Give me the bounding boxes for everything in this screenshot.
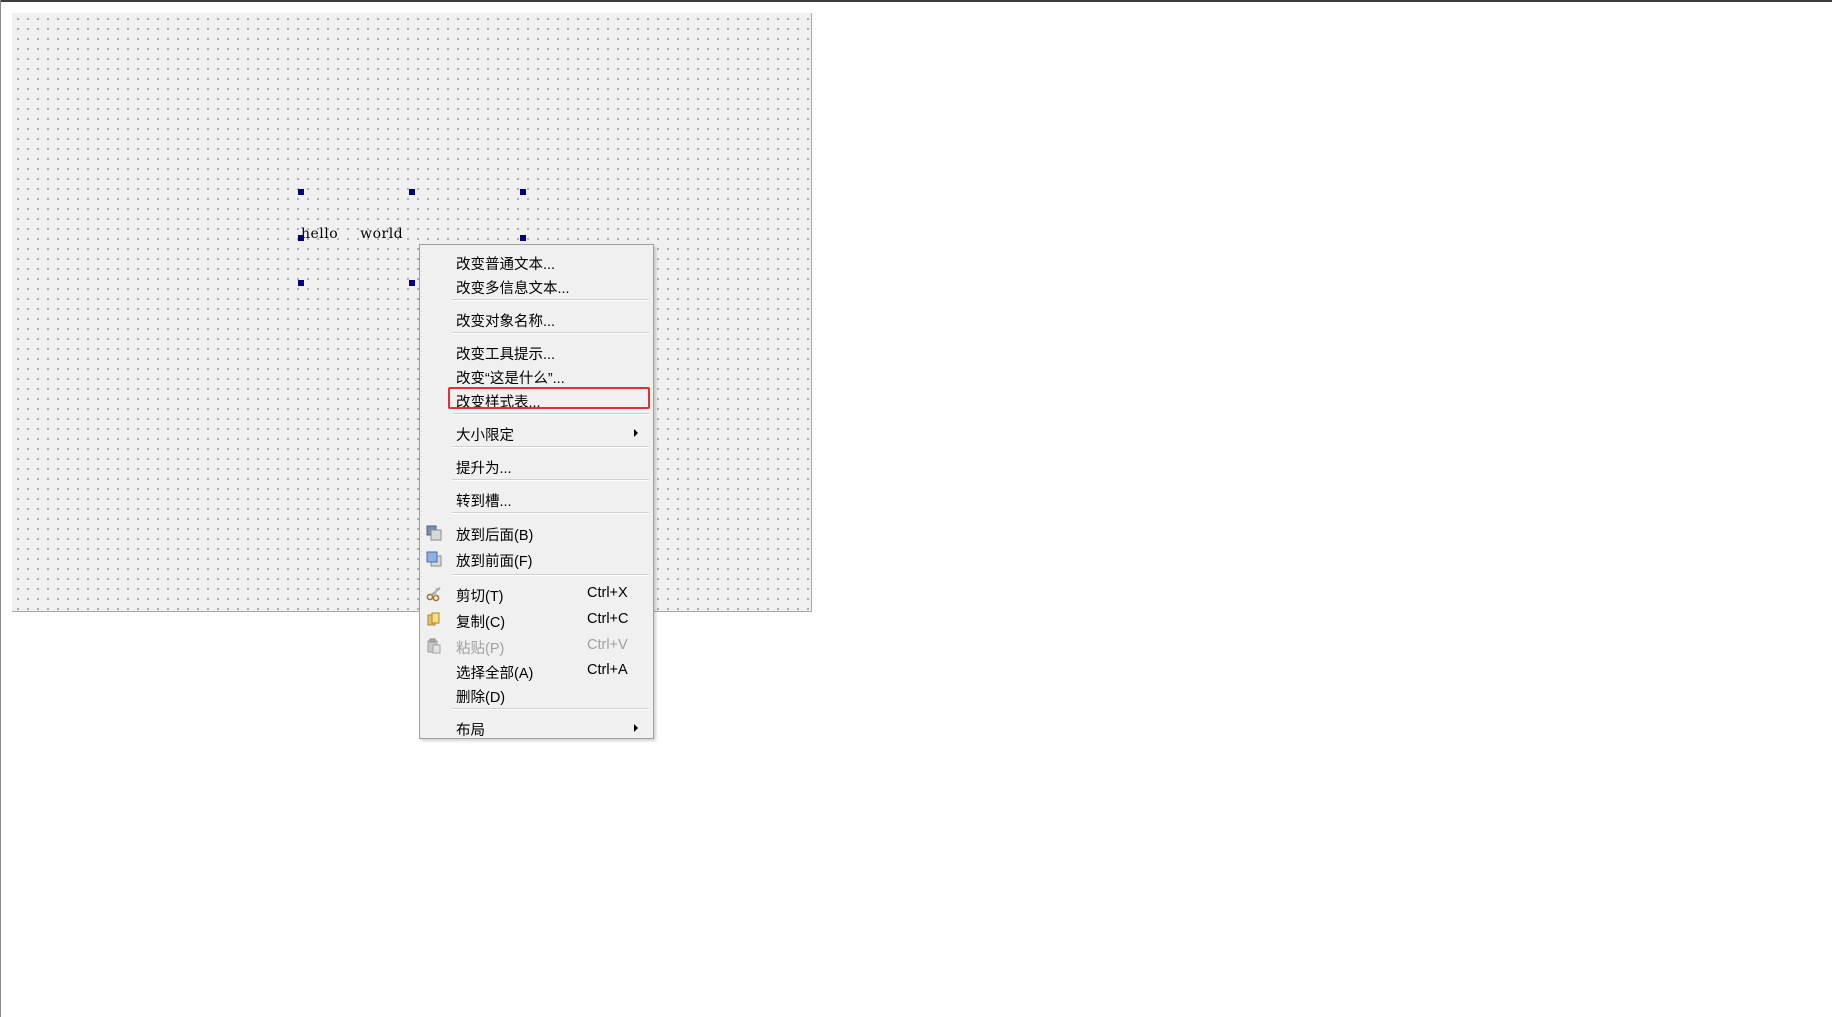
resize-handle-middle-right[interactable] <box>520 235 526 241</box>
menu-item-label: 删除(D) <box>456 690 506 706</box>
menu-item-shortcut: Ctrl+C <box>587 611 629 627</box>
menu-item-shortcut: Ctrl+V <box>587 637 628 653</box>
context-menu: 改变普通文本... 改变多信息文本... 改变对象名称... 改变工具提示...… <box>419 244 654 739</box>
menu-item-change-rich-text[interactable]: 改变多信息文本... <box>420 274 653 298</box>
selected-label-widget[interactable]: hello world <box>301 226 403 242</box>
form-design-canvas[interactable] <box>12 13 812 612</box>
menu-item-label: 粘贴(P) <box>456 641 505 657</box>
resize-handle-top-center[interactable] <box>409 189 415 195</box>
stylesheet-highlight-box <box>448 387 650 409</box>
scissors-icon <box>426 586 442 602</box>
menu-item-label: 改变工具提示... <box>456 347 556 363</box>
menu-item-change-whats-this[interactable]: 改变“这是什么”... <box>420 364 653 388</box>
resize-handle-bottom-left[interactable] <box>298 280 304 286</box>
menu-item-label: 改变普通文本... <box>456 257 556 273</box>
resize-handle-top-left[interactable] <box>298 189 304 195</box>
menu-separator <box>452 512 649 514</box>
menu-item-label: 剪切(T) <box>456 589 504 605</box>
menu-separator <box>452 479 649 481</box>
paste-icon <box>426 638 442 654</box>
menu-item-label: 转到槽... <box>456 494 512 510</box>
resize-handle-middle-left[interactable] <box>298 235 304 241</box>
window-left-border <box>0 0 1 1017</box>
menu-item-send-to-back[interactable]: 放到后面(B) <box>420 521 653 545</box>
menu-item-label: 大小限定 <box>456 428 514 444</box>
menu-item-label: 改变“这是什么”... <box>456 371 565 387</box>
menu-item-shortcut: Ctrl+X <box>587 585 628 601</box>
submenu-arrow-icon <box>634 429 638 437</box>
menu-item-size-constraints[interactable]: 大小限定 <box>420 421 653 445</box>
menu-item-label: 复制(C) <box>456 615 506 631</box>
menu-item-change-plain-text[interactable]: 改变普通文本... <box>420 250 653 274</box>
send-to-back-icon <box>426 525 442 541</box>
menu-item-label: 放到前面(F) <box>456 554 533 570</box>
resize-handle-bottom-center[interactable] <box>409 280 415 286</box>
menu-item-promote-to[interactable]: 提升为... <box>420 454 653 478</box>
menu-item-layout[interactable]: 布局 <box>420 716 653 740</box>
menu-item-label: 改变对象名称... <box>456 314 556 330</box>
menu-separator <box>452 413 649 415</box>
menu-item-change-object-name[interactable]: 改变对象名称... <box>420 307 653 331</box>
menu-item-label: 提升为... <box>456 461 512 477</box>
menu-separator <box>452 446 649 448</box>
window-top-border <box>0 0 1832 2</box>
menu-item-label: 布局 <box>456 723 485 739</box>
menu-item-select-all[interactable]: 选择全部(A) Ctrl+A <box>420 659 653 683</box>
menu-item-label: 选择全部(A) <box>456 666 534 682</box>
menu-item-shortcut: Ctrl+A <box>587 662 628 678</box>
menu-item-label: 放到后面(B) <box>456 528 534 544</box>
menu-item-copy[interactable]: 复制(C) Ctrl+C <box>420 608 653 632</box>
submenu-arrow-icon <box>634 724 638 732</box>
menu-item-cut[interactable]: 剪切(T) Ctrl+X <box>420 582 653 606</box>
menu-item-label: 改变多信息文本... <box>456 281 570 297</box>
menu-item-bring-to-front[interactable]: 放到前面(F) <box>420 547 653 571</box>
bring-to-front-icon <box>426 551 442 567</box>
menu-separator <box>452 574 649 576</box>
menu-separator <box>452 332 649 334</box>
menu-separator <box>452 299 649 301</box>
menu-separator <box>452 708 649 710</box>
copy-icon <box>426 612 442 628</box>
menu-item-go-to-slot[interactable]: 转到槽... <box>420 487 653 511</box>
menu-item-delete[interactable]: 删除(D) <box>420 683 653 707</box>
menu-item-paste[interactable]: 粘贴(P) Ctrl+V <box>420 634 653 658</box>
menu-item-change-tooltip[interactable]: 改变工具提示... <box>420 340 653 364</box>
resize-handle-top-right[interactable] <box>520 189 526 195</box>
